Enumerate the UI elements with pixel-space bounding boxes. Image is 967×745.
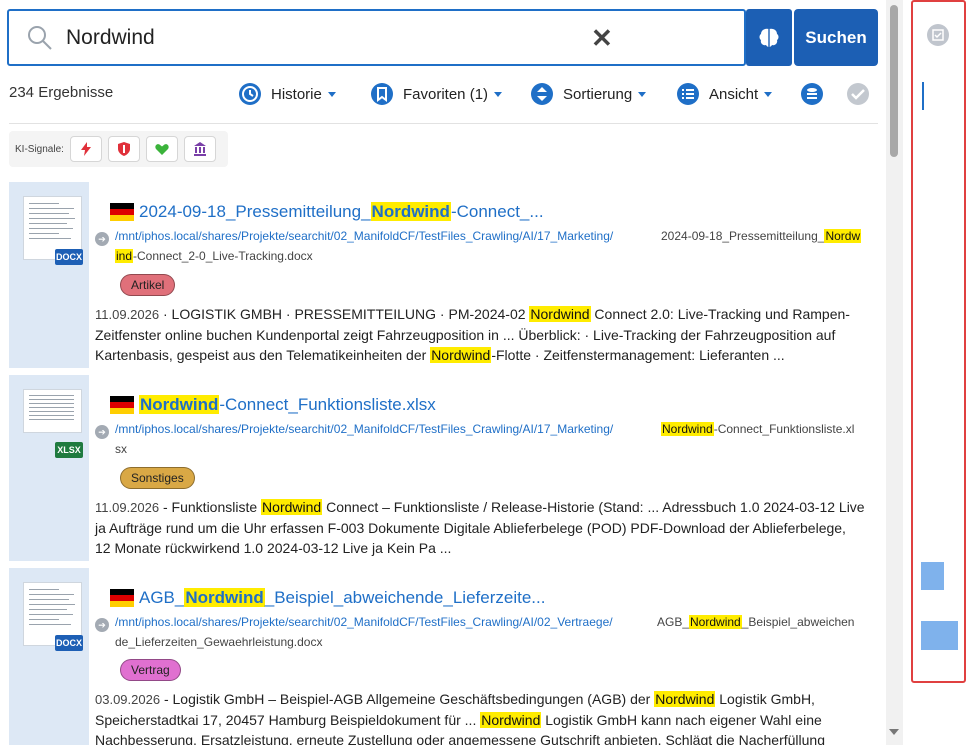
ai-signals-label: KI-Signale: bbox=[15, 143, 64, 155]
search-icon bbox=[28, 26, 52, 50]
docx-file-icon: DOCX bbox=[55, 635, 83, 651]
side-block[interactable] bbox=[921, 562, 944, 590]
result-filename: 2024-09-18_Pressemitteilung_Nordw bbox=[661, 229, 862, 243]
chevron-down-icon bbox=[638, 91, 647, 97]
thumbnail-column: DOCX bbox=[9, 568, 89, 745]
favorites-label: Favoriten (1) bbox=[403, 85, 489, 103]
german-flag-icon bbox=[110, 396, 134, 414]
sort-icon bbox=[531, 83, 553, 105]
spreadsheet-thumbnail[interactable] bbox=[23, 389, 82, 433]
result-path-continued: ind-Connect_2-0_Live-Tracking.docx bbox=[115, 249, 313, 263]
search-button[interactable]: Suchen bbox=[794, 9, 878, 66]
category-badge[interactable]: Sonstiges bbox=[120, 467, 195, 489]
german-flag-icon bbox=[110, 203, 134, 221]
arrow-right-icon: ➔ bbox=[95, 618, 109, 632]
signal-security-button[interactable] bbox=[107, 136, 140, 162]
result-snippet: 03.09.2026 - Logistik GmbH – Beispiel-AG… bbox=[95, 691, 825, 745]
arrow-right-icon: ➔ bbox=[95, 425, 109, 439]
clear-icon[interactable]: ✕ bbox=[591, 23, 613, 54]
side-indicator bbox=[922, 82, 924, 110]
view-label: Ansicht bbox=[709, 85, 759, 103]
result-title[interactable]: Nordwind-Connect_Funktionsliste.xlsx bbox=[139, 395, 436, 415]
category-badge[interactable]: Vertrag bbox=[120, 659, 181, 681]
list-view-icon bbox=[677, 83, 699, 105]
category-badge[interactable]: Artikel bbox=[120, 274, 176, 296]
select-all-button[interactable] bbox=[846, 80, 879, 108]
search-input[interactable] bbox=[66, 23, 566, 53]
heart-icon bbox=[155, 144, 169, 155]
chevron-down-icon bbox=[494, 91, 503, 97]
side-panel bbox=[911, 0, 966, 683]
result-item: DOCX 2024-09-18_Pressemitteilung_Nordwin… bbox=[9, 182, 878, 368]
signal-urgent-button[interactable] bbox=[69, 136, 102, 162]
sort-label: Sortierung bbox=[563, 85, 633, 103]
history-label: Historie bbox=[271, 85, 322, 103]
search-box: ✕ bbox=[7, 9, 746, 66]
result-snippet: 11.09.2026 · LOGISTIK GMBH · PRESSEMITTE… bbox=[95, 306, 850, 363]
side-block[interactable] bbox=[921, 621, 958, 650]
result-path[interactable]: ➔/mnt/iphos.local/shares/Projekte/search… bbox=[95, 615, 613, 632]
result-snippet: 11.09.2026 - Funktionsliste Nordwind Con… bbox=[95, 499, 865, 556]
result-filename: Nordwind-Connect_Funktionsliste.xl bbox=[661, 422, 855, 436]
view-menu[interactable]: Ansicht bbox=[676, 80, 773, 108]
result-path[interactable]: ➔/mnt/iphos.local/shares/Projekte/search… bbox=[95, 229, 613, 246]
favorites-menu[interactable]: Favoriten (1) bbox=[370, 80, 503, 108]
ai-signals-bar: KI-Signale: bbox=[9, 131, 228, 167]
chevron-down-icon bbox=[764, 91, 773, 97]
building-icon bbox=[193, 142, 206, 156]
german-flag-icon bbox=[110, 589, 134, 607]
result-path-continued: de_Lieferzeiten_Gewaehrleistung.docx bbox=[115, 635, 323, 649]
brain-icon bbox=[759, 28, 779, 47]
result-filename: AGB_Nordwind_Beispiel_abweichen bbox=[657, 615, 855, 629]
clipboard-check-icon[interactable] bbox=[927, 24, 949, 46]
chevron-down-icon bbox=[327, 91, 336, 97]
scroll-down-icon[interactable] bbox=[889, 729, 899, 735]
result-count: 234 Ergebnisse bbox=[9, 84, 114, 101]
lightning-icon bbox=[80, 142, 91, 156]
history-menu[interactable]: Historie bbox=[238, 80, 336, 108]
toolbar-divider bbox=[9, 123, 878, 124]
database-button[interactable] bbox=[800, 80, 833, 108]
ai-brain-button[interactable] bbox=[746, 9, 792, 66]
thumbnail-column: XLSX bbox=[9, 375, 89, 561]
result-item: XLSX Nordwind-Connect_Funktionsliste.xls… bbox=[9, 375, 878, 561]
signal-positive-button[interactable] bbox=[145, 136, 178, 162]
result-path-continued: sx bbox=[115, 442, 127, 456]
shield-icon bbox=[117, 142, 130, 156]
docx-file-icon: DOCX bbox=[55, 249, 83, 265]
thumbnail-column: DOCX bbox=[9, 182, 89, 368]
history-icon bbox=[239, 83, 261, 105]
database-icon bbox=[801, 83, 823, 105]
check-circle-icon bbox=[847, 83, 869, 105]
bookmark-icon bbox=[371, 83, 393, 105]
arrow-right-icon: ➔ bbox=[95, 232, 109, 246]
xlsx-file-icon: XLSX bbox=[55, 442, 83, 458]
result-title[interactable]: AGB_Nordwind_Beispiel_abweichende_Liefer… bbox=[139, 588, 545, 608]
result-title[interactable]: 2024-09-18_Pressemitteilung_Nordwind-Con… bbox=[139, 202, 544, 222]
result-item: DOCX AGB_Nordwind_Beispiel_abweichende_L… bbox=[9, 568, 878, 745]
signal-entity-button[interactable] bbox=[183, 136, 216, 162]
result-path[interactable]: ➔/mnt/iphos.local/shares/Projekte/search… bbox=[95, 422, 613, 439]
scrollbar-thumb[interactable] bbox=[890, 5, 898, 157]
sort-menu[interactable]: Sortierung bbox=[530, 80, 647, 108]
